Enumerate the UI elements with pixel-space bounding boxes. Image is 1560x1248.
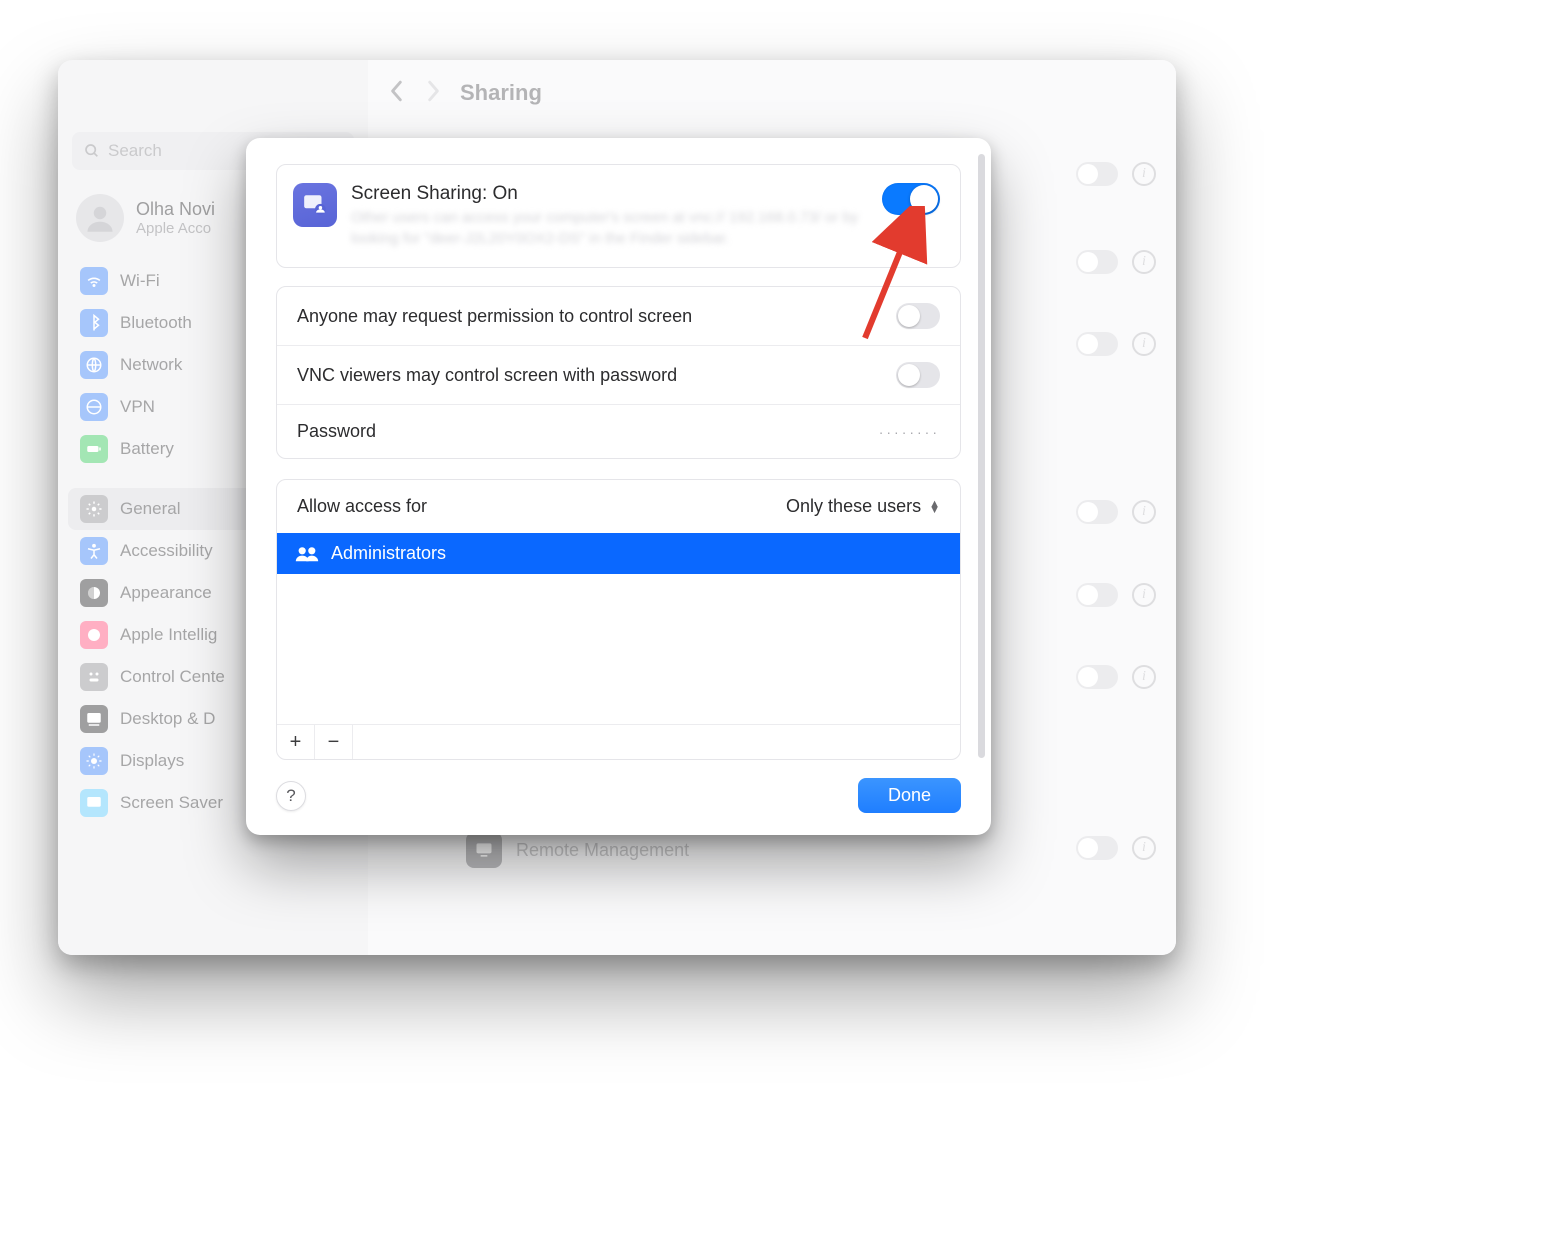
vpn-icon <box>80 393 108 421</box>
help-button[interactable]: ? <box>276 781 306 811</box>
vnc-row: VNC viewers may control screen with pass… <box>277 345 960 404</box>
network-icon <box>80 351 108 379</box>
screen-sharing-title: Screen Sharing: On <box>351 183 868 205</box>
user-subtitle: Apple Acco <box>136 220 215 237</box>
forward-button[interactable] <box>424 80 442 107</box>
sidebar-item-label: Appearance <box>120 583 212 603</box>
allow-access-footer: + − <box>277 724 960 759</box>
bg-row: i <box>1076 836 1156 860</box>
sidebar-item-label: General <box>120 499 180 519</box>
sidebar-item-label: Control Cente <box>120 667 225 687</box>
bg-row: i <box>1076 162 1156 186</box>
info-icon[interactable]: i <box>1132 332 1156 356</box>
add-user-button[interactable]: + <box>277 725 315 759</box>
bg-toggle[interactable] <box>1076 500 1118 524</box>
info-icon[interactable]: i <box>1132 500 1156 524</box>
sidebar-item-label: Desktop & D <box>120 709 215 729</box>
back-button[interactable] <box>388 80 406 107</box>
sidebar-item-label: VPN <box>120 397 155 417</box>
vnc-toggle[interactable] <box>896 362 940 388</box>
anyone-request-label: Anyone may request permission to control… <box>297 306 692 327</box>
sidebar-item-label: Wi-Fi <box>120 271 160 291</box>
bg-toggle[interactable] <box>1076 583 1118 607</box>
allow-access-card: Allow access for Only these users ▲▼ Adm… <box>276 479 961 760</box>
accessibility-icon <box>80 537 108 565</box>
password-value: ········ <box>879 424 940 440</box>
screen-sharing-subtitle: Other users can access your computer's s… <box>351 207 868 249</box>
bluetooth-icon <box>80 309 108 337</box>
info-icon[interactable]: i <box>1132 665 1156 689</box>
screen-sharing-header-card: Screen Sharing: On Other users can acces… <box>276 164 961 268</box>
password-row[interactable]: Password ········ <box>277 404 960 458</box>
allow-access-select[interactable]: Only these users ▲▼ <box>786 496 940 517</box>
search-placeholder: Search <box>108 141 162 161</box>
list-item[interactable]: Administrators <box>277 533 960 574</box>
bg-toggle[interactable] <box>1076 162 1118 186</box>
wifi-icon <box>80 267 108 295</box>
chevron-left-icon <box>388 80 406 102</box>
bg-row-label-wrap: Remote Management <box>466 832 689 868</box>
bg-row-label: Remote Management <box>516 840 689 861</box>
bg-row: i <box>1076 250 1156 274</box>
info-icon[interactable]: i <box>1132 583 1156 607</box>
bg-row: i <box>1076 583 1156 607</box>
password-label: Password <box>297 421 376 442</box>
toolbar: Sharing <box>368 60 1176 126</box>
info-icon[interactable]: i <box>1132 250 1156 274</box>
screen-sharing-options-card: Anyone may request permission to control… <box>276 286 961 459</box>
avatar <box>76 194 124 242</box>
search-icon <box>84 143 100 159</box>
battery-icon <box>80 435 108 463</box>
remote-management-icon <box>466 832 502 868</box>
bg-toggle[interactable] <box>1076 250 1118 274</box>
sidebar-item-label: Bluetooth <box>120 313 192 333</box>
screen-sharing-icon <box>293 183 337 227</box>
screen-sharing-toggle[interactable] <box>882 183 940 215</box>
dock-icon <box>80 705 108 733</box>
remove-user-button[interactable]: − <box>315 725 353 759</box>
bg-toggle[interactable] <box>1076 332 1118 356</box>
sidebar-item-label: Screen Saver <box>120 793 223 813</box>
bg-row: i <box>1076 500 1156 524</box>
sheet-scrollbar[interactable] <box>978 154 985 758</box>
user-name: Olha Novi <box>136 199 215 220</box>
allow-access-list[interactable]: Administrators <box>277 533 960 724</box>
displays-icon <box>80 747 108 775</box>
allow-access-value: Only these users <box>786 496 921 517</box>
info-icon[interactable]: i <box>1132 162 1156 186</box>
gear-icon <box>80 495 108 523</box>
allow-access-header: Allow access for Only these users ▲▼ <box>277 480 960 533</box>
bg-row: i <box>1076 665 1156 689</box>
users-icon <box>295 545 319 563</box>
control-icon <box>80 663 108 691</box>
sidebar-item-label: Apple Intellig <box>120 625 217 645</box>
sheet-footer: ? Done <box>276 760 961 813</box>
sidebar-item-label: Displays <box>120 751 184 771</box>
chevron-updown-icon: ▲▼ <box>929 501 940 513</box>
screensaver-icon <box>80 789 108 817</box>
list-item-label: Administrators <box>331 543 446 564</box>
page-title: Sharing <box>460 80 542 106</box>
sidebar-item-label: Accessibility <box>120 541 213 561</box>
anyone-request-row: Anyone may request permission to control… <box>277 287 960 345</box>
anyone-request-toggle[interactable] <box>896 303 940 329</box>
sidebar-item-label: Network <box>120 355 182 375</box>
allow-access-label: Allow access for <box>297 496 427 517</box>
screen-sharing-sheet: Screen Sharing: On Other users can acces… <box>246 138 991 835</box>
appearance-icon <box>80 579 108 607</box>
chevron-right-icon <box>424 80 442 102</box>
bg-row: i <box>1076 332 1156 356</box>
done-button[interactable]: Done <box>858 778 961 813</box>
bg-toggle[interactable] <box>1076 665 1118 689</box>
vnc-label: VNC viewers may control screen with pass… <box>297 365 677 386</box>
bg-toggle[interactable] <box>1076 836 1118 860</box>
sidebar-item-label: Battery <box>120 439 174 459</box>
ai-icon <box>80 621 108 649</box>
info-icon[interactable]: i <box>1132 836 1156 860</box>
